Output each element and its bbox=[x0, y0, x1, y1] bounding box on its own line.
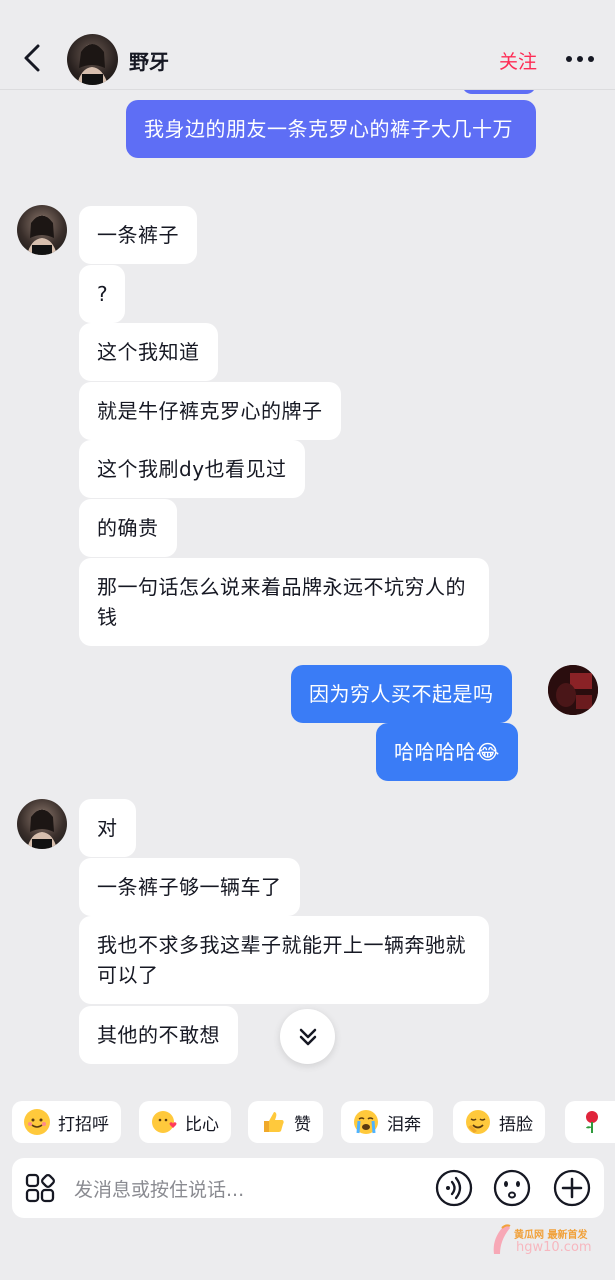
incoming-message[interactable]: 其他的不敢想 bbox=[79, 1006, 238, 1064]
message-text: 我也不求多我这辈子就能开上一辆奔驰就可以了 bbox=[97, 933, 466, 987]
watermark: 黄瓜网 最新首发 hgw10.com bbox=[488, 1222, 608, 1260]
message-text: 一条裤子 bbox=[97, 223, 179, 247]
incoming-message[interactable]: 这个我知道 bbox=[79, 323, 218, 381]
wave-emoji-icon bbox=[24, 1109, 50, 1135]
message-bubble-partial bbox=[462, 90, 536, 94]
message-text: 这个我刷dy也看见过 bbox=[97, 457, 287, 481]
message-text: 对 bbox=[97, 816, 118, 840]
back-icon[interactable] bbox=[18, 40, 48, 76]
chip-label: 泪奔 bbox=[387, 1114, 421, 1135]
chat-header: 野牙 关注 bbox=[0, 0, 615, 90]
message-text: 其他的不敢想 bbox=[97, 1023, 220, 1047]
crying-emoji-icon bbox=[353, 1109, 379, 1135]
follow-button[interactable]: 关注 bbox=[499, 47, 537, 74]
quick-reply-bar: 打招呼 比心 赞 泪奔 捂脸 bbox=[0, 1098, 615, 1148]
chip-label: 赞 bbox=[294, 1114, 311, 1135]
contact-avatar[interactable] bbox=[67, 34, 118, 85]
quick-reply-heart[interactable]: 比心 bbox=[139, 1101, 231, 1143]
outgoing-message[interactable]: 哈哈哈哈😂 bbox=[376, 723, 518, 781]
voice-icon[interactable] bbox=[434, 1168, 474, 1208]
watermark-line1: 黄瓜网 最新首发 bbox=[514, 1230, 588, 1241]
cucumber-logo-icon bbox=[493, 1224, 511, 1254]
incoming-message[interactable]: 一条裤子够一辆车了 bbox=[79, 858, 300, 916]
contact-avatar[interactable] bbox=[17, 205, 67, 255]
message-list[interactable]: 我身边的朋友一条克罗心的裤子大几十万 一条裤子 ? 这个我知道 就是牛仔裤克罗心… bbox=[0, 90, 615, 1080]
chip-label: 打招呼 bbox=[58, 1114, 109, 1135]
incoming-message[interactable]: 就是牛仔裤克罗心的牌子 bbox=[79, 382, 341, 440]
quick-reply-wave[interactable]: 打招呼 bbox=[12, 1101, 121, 1143]
message-text: 哈哈哈哈😂 bbox=[394, 740, 500, 764]
incoming-message[interactable]: 这个我刷dy也看见过 bbox=[79, 440, 305, 498]
emoji-icon[interactable] bbox=[492, 1168, 532, 1208]
message-text: ? bbox=[97, 282, 109, 306]
chip-label: 捂脸 bbox=[499, 1114, 533, 1135]
message-text: 那一句话怎么说来着品牌永远不坑穷人的钱 bbox=[97, 575, 466, 629]
message-text: 这个我知道 bbox=[97, 340, 200, 364]
incoming-message[interactable]: 那一句话怎么说来着品牌永远不坑穷人的钱 bbox=[79, 558, 489, 646]
outgoing-message[interactable]: 因为穷人买不起是吗 bbox=[291, 665, 512, 723]
incoming-message[interactable]: 的确贵 bbox=[79, 499, 177, 557]
watermark-line2: hgw10.com bbox=[516, 1240, 592, 1255]
facepalm-emoji-icon bbox=[465, 1109, 491, 1135]
quick-reply-rose[interactable] bbox=[565, 1101, 615, 1143]
incoming-message[interactable]: ? bbox=[79, 265, 125, 323]
incoming-message[interactable]: 一条裤子 bbox=[79, 206, 197, 264]
quick-reply-like[interactable]: 赞 bbox=[248, 1101, 323, 1143]
contact-name: 野牙 bbox=[129, 50, 169, 74]
message-text: 一条裤子够一辆车了 bbox=[97, 875, 282, 899]
quick-reply-facepalm[interactable]: 捂脸 bbox=[453, 1101, 545, 1143]
scroll-to-bottom-button[interactable] bbox=[280, 1009, 335, 1064]
chip-label: 比心 bbox=[185, 1114, 219, 1135]
double-chevron-down-icon bbox=[299, 1028, 316, 1045]
message-text: 因为穷人买不起是吗 bbox=[309, 682, 494, 706]
apps-grid-icon[interactable] bbox=[22, 1168, 62, 1208]
rose-emoji-icon bbox=[579, 1109, 605, 1135]
quick-reply-cry[interactable]: 泪奔 bbox=[341, 1101, 433, 1143]
heart-hands-emoji-icon bbox=[151, 1109, 177, 1135]
incoming-message[interactable]: 对 bbox=[79, 799, 136, 857]
outgoing-message[interactable]: 我身边的朋友一条克罗心的裤子大几十万 bbox=[126, 100, 536, 158]
more-icon[interactable] bbox=[563, 46, 597, 72]
message-text: 就是牛仔裤克罗心的牌子 bbox=[97, 399, 323, 423]
thumbs-up-emoji-icon bbox=[260, 1109, 286, 1135]
message-text: 我身边的朋友一条克罗心的裤子大几十万 bbox=[144, 117, 513, 141]
message-input-bar: 发消息或按住说话... bbox=[12, 1158, 604, 1218]
my-avatar[interactable] bbox=[548, 665, 598, 715]
message-text: 的确贵 bbox=[97, 516, 159, 540]
message-input[interactable]: 发消息或按住说话... bbox=[74, 1175, 244, 1202]
contact-avatar[interactable] bbox=[17, 799, 67, 849]
plus-icon[interactable] bbox=[552, 1168, 592, 1208]
incoming-message[interactable]: 我也不求多我这辈子就能开上一辆奔驰就可以了 bbox=[79, 916, 489, 1004]
